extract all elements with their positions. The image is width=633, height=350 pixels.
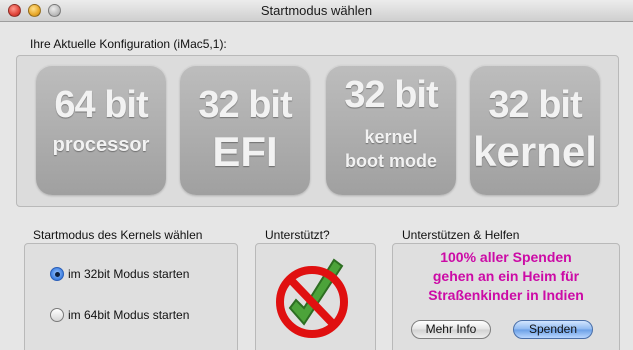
donation-line-1: 100% aller Spenden	[440, 249, 572, 265]
radio-32bit[interactable]	[50, 267, 64, 281]
support-help-label: Unterstützen & Helfen	[402, 228, 520, 242]
tile-kernel-label: kernel	[473, 128, 597, 175]
window: Startmodus wählen Ihre Aktuelle Konfigur…	[0, 0, 633, 350]
tile-boot-mode-line2: boot mode	[345, 151, 437, 171]
radio-32bit-row[interactable]: im 32bit Modus starten	[50, 267, 189, 281]
titlebar: Startmodus wählen	[0, 0, 633, 22]
config-label: Ihre Aktuelle Konfiguration (iMac5,1):	[30, 37, 227, 51]
kernel-mode-panel	[24, 243, 238, 350]
tile-processor-bits: 64 bit	[54, 84, 148, 126]
tile-boot-mode: 32 bit kernel boot mode	[326, 65, 456, 195]
tile-efi-label: EFI	[212, 128, 278, 175]
tile-boot-mode-line1: kernel	[364, 127, 418, 147]
donation-line-2: gehen an ein Heim für	[432, 268, 580, 284]
radio-32bit-label: im 32bit Modus starten	[68, 267, 190, 281]
tile-processor: 64 bit processor	[36, 65, 166, 195]
donate-button[interactable]: Spenden	[513, 320, 593, 339]
radio-64bit[interactable]	[50, 308, 64, 322]
supported-label: Unterstützt?	[265, 228, 330, 242]
tile-kernel-bits: 32 bit	[488, 84, 582, 126]
kernel-mode-label: Startmodus des Kernels wählen	[33, 228, 203, 242]
tile-kernel: 32 bit kernel	[470, 65, 600, 195]
tile-efi: 32 bit EFI	[180, 65, 310, 195]
tile-processor-label: processor	[52, 134, 150, 156]
tile-efi-bits: 32 bit	[198, 84, 292, 126]
donation-line-3: Straßenkinder in Indien	[428, 287, 584, 303]
radio-64bit-label: im 64bit Modus starten	[68, 308, 190, 322]
window-title: Startmodus wählen	[260, 3, 373, 18]
radio-64bit-row[interactable]: im 64bit Modus starten	[50, 308, 189, 322]
more-info-button[interactable]: Mehr Info	[411, 320, 491, 339]
tile-boot-mode-bits: 32 bit	[344, 74, 438, 116]
not-supported-icon	[276, 258, 348, 338]
donation-message: 100% aller Spenden gehen an ein Heim für…	[392, 248, 620, 305]
